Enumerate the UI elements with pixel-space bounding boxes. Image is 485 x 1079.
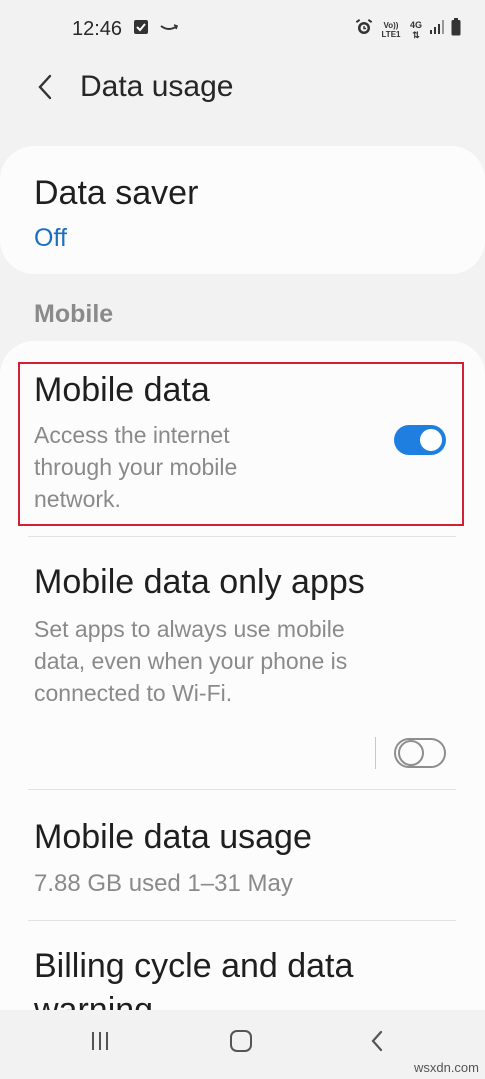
back-button[interactable] [22, 66, 68, 112]
network-label: 4G [409, 19, 422, 30]
mobile-data-usage-title: Mobile data usage [34, 818, 312, 856]
navigation-bar: wsxdn.com [0, 1010, 485, 1079]
home-icon [229, 1029, 253, 1058]
mobile-data-only-apps-toggle[interactable] [394, 738, 446, 768]
app-bar: Data usage [0, 58, 485, 120]
mobile-data-only-apps-item[interactable]: Mobile data only apps Set apps to always… [0, 537, 485, 787]
watermark: wsxdn.com [413, 1060, 479, 1075]
vertical-divider [375, 737, 376, 769]
status-time: 12:46 [72, 18, 123, 40]
toggle-knob [398, 740, 424, 766]
mobile-data-usage-subtitle: 7.88 GB used 1–31 May [34, 870, 293, 897]
back-icon [370, 1029, 384, 1058]
home-button[interactable] [221, 1028, 261, 1058]
recents-icon [89, 1030, 111, 1057]
page-title: Data usage [80, 70, 234, 103]
billing-cycle-title-line-1: Billing cycle and data [34, 947, 354, 985]
nav-back-button[interactable] [357, 1028, 397, 1058]
mobile-data-only-apps-subtitle-line-2: data, even when your phone is [34, 648, 348, 674]
highlight-annotation [18, 362, 464, 526]
gallery-notification-icon [133, 19, 149, 40]
4g-data-icon: 4G ⇅ [409, 19, 422, 40]
signal-icon [430, 19, 444, 40]
volte-icon: Vo)) LTE1 [380, 21, 402, 39]
section-header-mobile: Mobile [34, 300, 114, 328]
mobile-data-only-apps-subtitle-line-3: connected to Wi‑Fi. [34, 680, 233, 706]
mobile-data-only-apps-title: Mobile data only apps [34, 563, 365, 601]
chevron-left-icon [36, 73, 54, 106]
status-bar: 12:46 Vo)) LTE1 4G ⇅ [0, 0, 485, 58]
volte-label: Vo)) LTE1 [381, 20, 401, 39]
amazon-icon [159, 21, 179, 39]
recents-button[interactable] [80, 1028, 120, 1058]
data-saver-title: Data saver [34, 174, 199, 212]
data-saver-value: Off [34, 224, 67, 252]
mobile-data-only-apps-subtitle-line-1: Set apps to always use mobile [34, 616, 345, 642]
battery-icon [451, 18, 461, 41]
data-saver-item[interactable]: Data saver Off [0, 146, 485, 274]
mobile-data-usage-item[interactable]: Mobile data usage 7.88 GB used 1–31 May [0, 790, 485, 920]
alarm-icon [355, 18, 373, 41]
